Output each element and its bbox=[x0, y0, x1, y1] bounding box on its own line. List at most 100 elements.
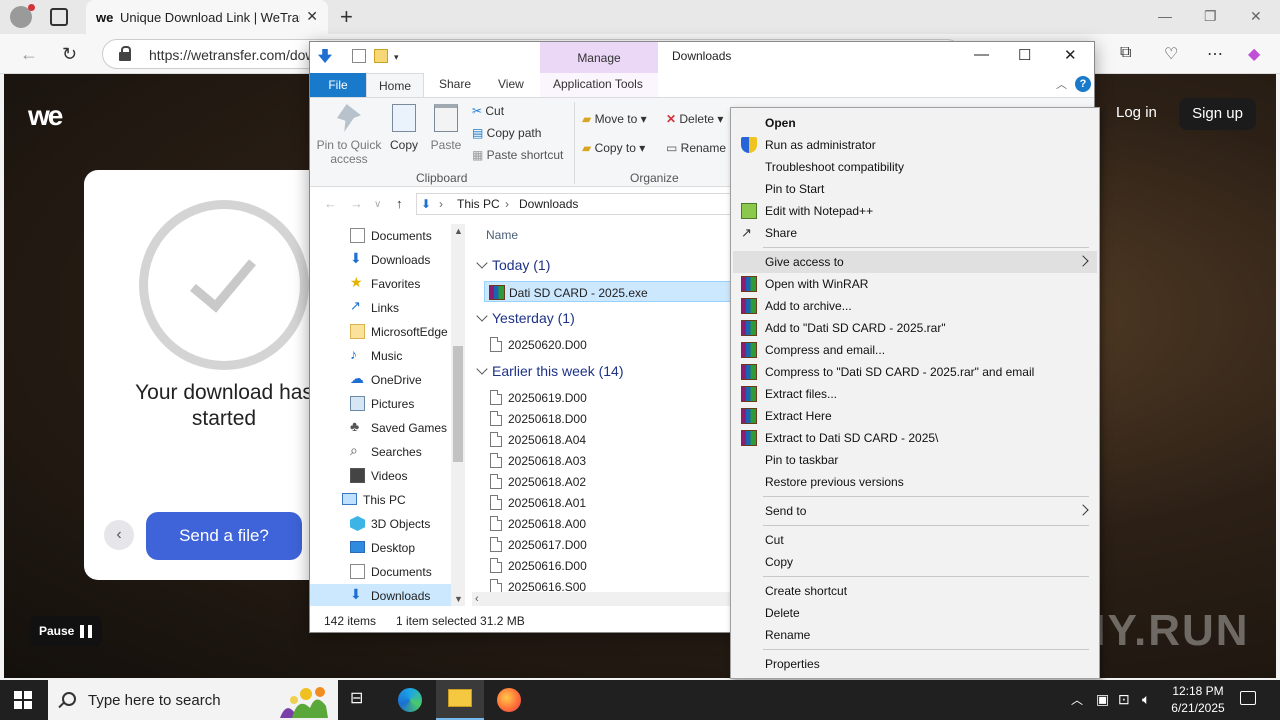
recent-locations-icon[interactable]: ∨ bbox=[374, 199, 381, 210]
file-row-selected[interactable]: Dati SD CARD - 2025.exe bbox=[484, 281, 744, 302]
menu-edit-notepadpp[interactable]: Edit with Notepad++ bbox=[733, 200, 1097, 222]
nav-item-links[interactable]: ↗ Links bbox=[310, 296, 455, 320]
rename-button[interactable]: ▭ Rename bbox=[666, 141, 726, 155]
menu-give-access[interactable]: Give access to bbox=[733, 251, 1097, 273]
tab-file[interactable]: File bbox=[310, 73, 366, 97]
pause-button[interactable]: Pause bbox=[30, 616, 102, 646]
nav-item-music[interactable]: ♪ Music bbox=[310, 344, 455, 368]
paste-button[interactable]: Paste bbox=[428, 104, 464, 152]
show-hidden-icons-icon[interactable]: ︿ bbox=[1071, 691, 1083, 708]
file-row[interactable]: 20250618.A03 bbox=[484, 450, 744, 471]
refresh-icon[interactable]: ↻ bbox=[62, 44, 77, 65]
nav-scroll-thumb[interactable] bbox=[453, 346, 463, 462]
paste-shortcut-button[interactable]: ▦ Paste shortcut bbox=[472, 148, 563, 162]
nav-pane-scrollbar[interactable]: ▲ ▼ bbox=[451, 224, 465, 606]
path-downloads[interactable]: Downloads bbox=[519, 197, 578, 211]
taskbar-clock[interactable]: 12:18 PM 6/21/2025 bbox=[1168, 683, 1228, 717]
customize-quick-access-icon[interactable]: ▾ bbox=[394, 52, 408, 66]
file-row[interactable]: 20250620.D00 bbox=[484, 334, 744, 355]
nav-item-documents[interactable]: Documents bbox=[310, 224, 455, 248]
menu-add-to-archive[interactable]: Add to archive... bbox=[733, 295, 1097, 317]
copy-to-button[interactable]: ▰ Copy to ▾ bbox=[582, 141, 645, 155]
path-this-pc[interactable]: This PC bbox=[457, 197, 500, 211]
menu-pin-to-taskbar[interactable]: Pin to taskbar bbox=[733, 449, 1097, 471]
scroll-down-icon[interactable]: ▼ bbox=[454, 594, 463, 604]
nav-item-desktop[interactable]: Desktop bbox=[310, 536, 455, 560]
notification-center-icon[interactable] bbox=[1240, 691, 1256, 705]
nav-item-saved-games[interactable]: ♣ Saved Games bbox=[310, 416, 455, 440]
file-row[interactable]: 20250618.A00 bbox=[484, 513, 744, 534]
nav-item-this-pc[interactable]: This PC bbox=[310, 488, 455, 512]
menu-rename[interactable]: Rename bbox=[733, 624, 1097, 646]
signup-button[interactable]: Sign up bbox=[1179, 98, 1256, 130]
taskbar-search-box[interactable]: Type here to search bbox=[48, 680, 338, 720]
nav-item-searches[interactable]: ⌕ Searches bbox=[310, 440, 455, 464]
menu-create-shortcut[interactable]: Create shortcut bbox=[733, 580, 1097, 602]
move-to-button[interactable]: ▰ Move to ▾ bbox=[582, 112, 647, 126]
maximize-explorer-icon[interactable]: ☐ bbox=[1018, 46, 1031, 64]
download-arrow-icon[interactable] bbox=[318, 49, 332, 63]
tab-view[interactable]: View bbox=[498, 77, 524, 91]
group-header-today[interactable]: Today (1) bbox=[474, 257, 550, 273]
file-row[interactable]: 20250619.D00 bbox=[484, 387, 744, 408]
tab-actions-icon[interactable] bbox=[50, 8, 68, 26]
forward-nav-icon[interactable]: → bbox=[350, 196, 363, 211]
menu-open-with-winrar[interactable]: Open with WinRAR bbox=[733, 273, 1097, 295]
task-view-icon[interactable]: ⊟ bbox=[350, 688, 374, 712]
browser-essentials-icon[interactable]: ♡ bbox=[1164, 44, 1178, 64]
volume-icon[interactable]: 🔈︎ bbox=[1142, 691, 1150, 708]
close-tab-icon[interactable]: ✕ bbox=[306, 8, 318, 25]
menu-run-as-admin[interactable]: Run as administrator bbox=[733, 134, 1097, 156]
nav-item-onedrive[interactable]: ☁ OneDrive bbox=[310, 368, 455, 392]
file-row[interactable]: 20250618.A01 bbox=[484, 492, 744, 513]
windows-start-icon[interactable] bbox=[14, 691, 32, 709]
file-row[interactable]: 20250618.A04 bbox=[484, 429, 744, 450]
file-row[interactable]: 20250618.A02 bbox=[484, 471, 744, 492]
up-nav-icon[interactable]: ↑ bbox=[396, 196, 403, 211]
menu-compress-to-rar-email[interactable]: Compress to "Dati SD CARD - 2025.rar" an… bbox=[733, 361, 1097, 383]
file-explorer-taskbar-button[interactable] bbox=[436, 680, 484, 720]
tab-home[interactable]: Home bbox=[366, 73, 424, 98]
tab-application-tools[interactable]: Application Tools bbox=[553, 77, 643, 91]
delete-button[interactable]: ✕ Delete ▾ bbox=[666, 112, 723, 126]
pin-quick-access-button[interactable]: Pin to Quick access bbox=[316, 104, 382, 166]
back-nav-icon[interactable]: ← bbox=[324, 196, 337, 211]
new-folder-icon[interactable] bbox=[374, 49, 388, 63]
menu-extract-files[interactable]: Extract files... bbox=[733, 383, 1097, 405]
menu-restore-previous[interactable]: Restore previous versions bbox=[733, 471, 1097, 493]
menu-cut[interactable]: Cut bbox=[733, 529, 1097, 551]
scroll-up-icon[interactable]: ▲ bbox=[454, 226, 463, 236]
copy-button[interactable]: Copy bbox=[388, 104, 420, 152]
settings-more-icon[interactable]: ⋯ bbox=[1207, 44, 1223, 64]
login-link[interactable]: Log in bbox=[1116, 104, 1157, 121]
menu-troubleshoot[interactable]: Troubleshoot compatibility bbox=[733, 156, 1097, 178]
properties-icon[interactable] bbox=[352, 49, 366, 63]
restore-browser-icon[interactable]: ❐ bbox=[1204, 8, 1217, 25]
nav-item-downloads-pc[interactable]: ⬇ Downloads bbox=[310, 584, 455, 606]
manage-context-tab[interactable]: Manage bbox=[540, 42, 658, 73]
send-file-button[interactable]: Send a file? bbox=[146, 512, 302, 560]
minimize-explorer-icon[interactable]: — bbox=[974, 46, 989, 63]
firefox-icon[interactable] bbox=[497, 688, 521, 712]
file-row[interactable]: 20250617.D00 bbox=[484, 534, 744, 555]
menu-open[interactable]: Open bbox=[733, 112, 1097, 134]
menu-add-to-rar[interactable]: Add to "Dati SD CARD - 2025.rar" bbox=[733, 317, 1097, 339]
group-header-yesterday[interactable]: Yesterday (1) bbox=[474, 310, 575, 326]
network-icon[interactable]: ⊡ bbox=[1118, 691, 1130, 708]
nav-item-microsoftedge[interactable]: MicrosoftEdge bbox=[310, 320, 455, 344]
path-chevron-icon[interactable]: › bbox=[505, 197, 509, 211]
tab-share[interactable]: Share bbox=[439, 77, 471, 91]
path-chevron-icon[interactable]: › bbox=[439, 197, 443, 211]
menu-copy[interactable]: Copy bbox=[733, 551, 1097, 573]
nav-item-videos[interactable]: Videos bbox=[310, 464, 455, 488]
back-button[interactable]: ‹ bbox=[104, 520, 134, 550]
edge-browser-icon[interactable] bbox=[398, 688, 422, 712]
close-browser-icon[interactable]: ✕ bbox=[1250, 8, 1262, 25]
browser-tab[interactable]: we Unique Download Link | WeTransfer ✕ bbox=[86, 0, 328, 34]
menu-compress-and-email[interactable]: Compress and email... bbox=[733, 339, 1097, 361]
nav-item-favorites[interactable]: ★ Favorites bbox=[310, 272, 455, 296]
nav-item-documents-pc[interactable]: Documents bbox=[310, 560, 455, 584]
nav-item-pictures[interactable]: Pictures bbox=[310, 392, 455, 416]
cut-button[interactable]: ✂ Cut bbox=[472, 104, 504, 118]
help-icon[interactable]: ? bbox=[1075, 76, 1091, 92]
